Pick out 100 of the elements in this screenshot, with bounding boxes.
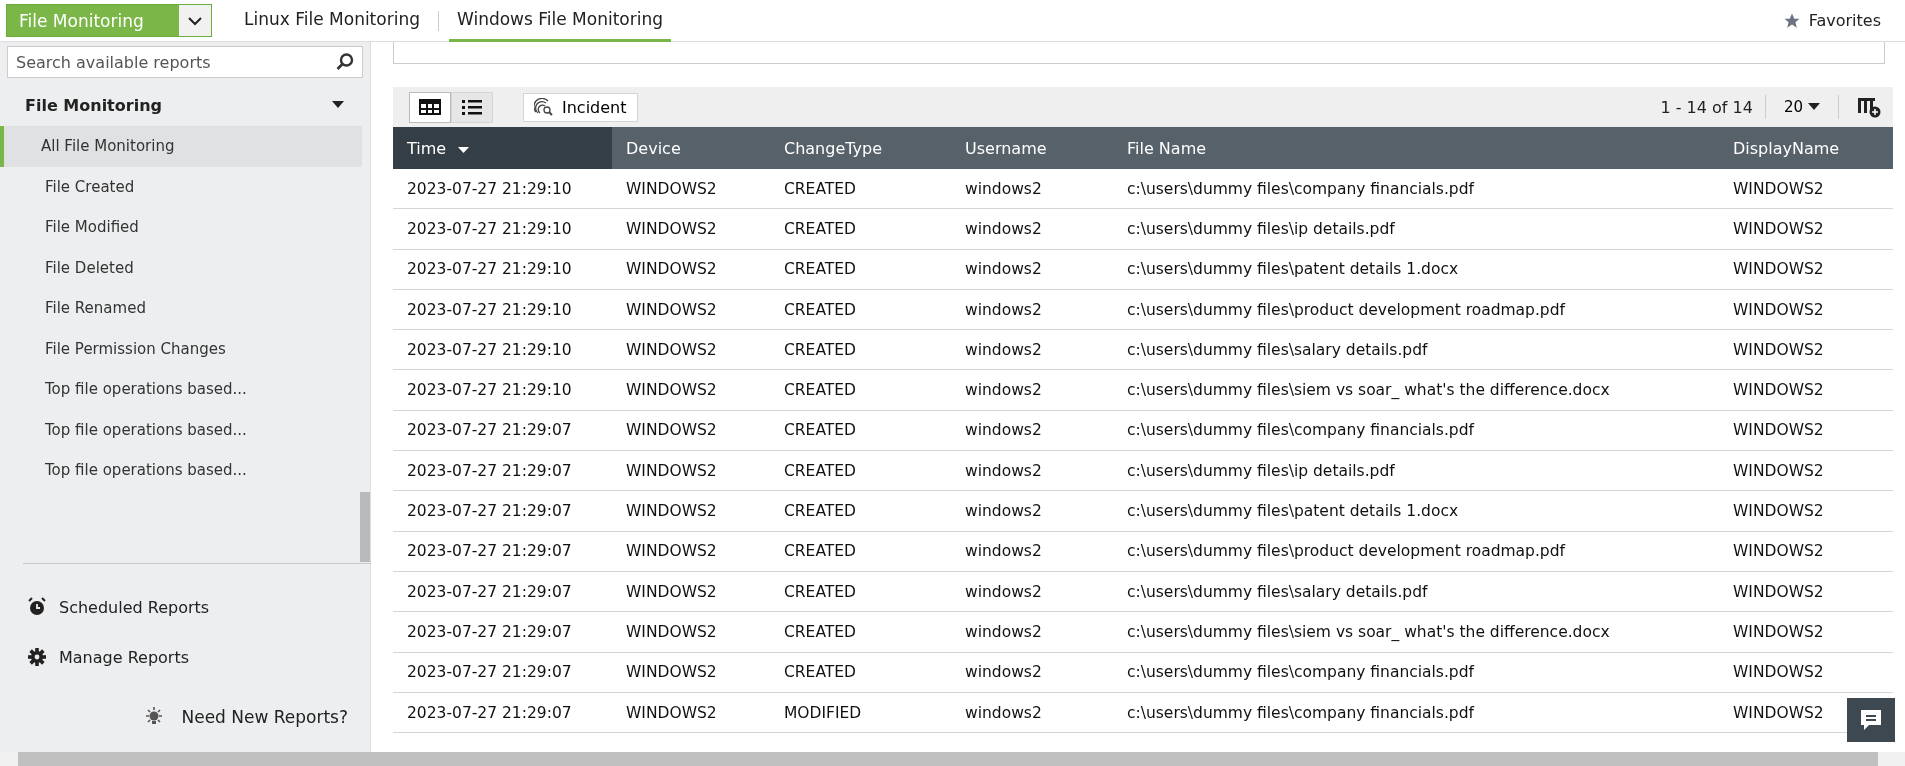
- table-cell: CREATED: [770, 329, 951, 370]
- sort-icon: [458, 146, 470, 154]
- report-item[interactable]: Top file operations based...: [0, 450, 362, 491]
- table-cell: WINDOWS2: [1719, 531, 1893, 572]
- table-cell: windows2: [951, 531, 1113, 572]
- table-cell: CREATED: [770, 410, 951, 451]
- list-view-button[interactable]: [451, 91, 493, 123]
- table-cell: CREATED: [770, 531, 951, 572]
- table-cell: 2023-07-27 21:29:10: [393, 370, 612, 411]
- table-cell: windows2: [951, 249, 1113, 290]
- table-cell: windows2: [951, 692, 1113, 733]
- table-cell: c:\users\dummy files\patent details 1.docx: [1113, 249, 1719, 290]
- table-cell: c:\users\dummy files\company financials.pdf: [1113, 169, 1719, 209]
- report-item[interactable]: File Deleted: [0, 247, 362, 288]
- column-header[interactable]: Time: [393, 127, 612, 169]
- search-field[interactable]: Search available reports: [7, 46, 363, 78]
- table-cell: c:\users\dummy files\product development roadmap.pdf: [1113, 289, 1719, 330]
- table-cell: WINDOWS2: [612, 169, 770, 209]
- fingerprint-search-icon: [534, 98, 554, 116]
- table-cell: WINDOWS2: [1719, 611, 1893, 653]
- table-cell: 2023-07-27 21:29:07: [393, 531, 612, 572]
- table-cell: WINDOWS2: [612, 410, 770, 451]
- table-cell: WINDOWS2: [1719, 571, 1893, 612]
- report-item[interactable]: Top file operations based...: [0, 369, 362, 410]
- table-cell: windows2: [951, 490, 1113, 532]
- table-cell: CREATED: [770, 370, 951, 411]
- table-cell: WINDOWS2: [612, 289, 770, 330]
- report-item[interactable]: File Modified: [0, 207, 362, 248]
- table-cell: 2023-07-27 21:29:07: [393, 450, 612, 491]
- table-cell: c:\users\dummy files\ip details.pdf: [1113, 450, 1719, 491]
- collapse-handle[interactable]: [360, 492, 370, 562]
- group-title: File Monitoring: [25, 95, 162, 115]
- table-cell: c:\users\dummy files\company financials.pdf: [1113, 652, 1719, 693]
- need-new-reports-link[interactable]: Need New Reports?: [0, 682, 370, 752]
- table-cell: CREATED: [770, 571, 951, 612]
- report-tab[interactable]: Linux File Monitoring: [236, 0, 428, 42]
- table-cell: c:\users\dummy files\company financials.pdf: [1113, 410, 1719, 451]
- table-cell: c:\users\dummy files\siem vs soar_ what's the difference.docx: [1113, 611, 1719, 653]
- column-header[interactable]: Device: [612, 127, 770, 169]
- add-column-icon: [1857, 96, 1881, 118]
- module-dropdown-value: File Monitoring: [7, 5, 179, 36]
- column-header[interactable]: ChangeType: [770, 127, 951, 169]
- report-group-header[interactable]: File Monitoring: [0, 84, 362, 126]
- page-size-dropdown[interactable]: 20: [1765, 98, 1838, 116]
- table-cell: CREATED: [770, 169, 951, 209]
- table-cell: 2023-07-27 21:29:07: [393, 410, 612, 451]
- table-cell: 2023-07-27 21:29:10: [393, 289, 612, 330]
- table-cell: c:\users\dummy files\company financials.pdf: [1113, 692, 1719, 733]
- table-cell: WINDOWS2: [1719, 490, 1893, 532]
- caret-icon: [1808, 103, 1820, 111]
- report-tab[interactable]: Windows File Monitoring: [448, 0, 672, 42]
- table-cell: WINDOWS2: [1719, 410, 1893, 451]
- table-cell: MODIFIED: [770, 692, 951, 733]
- table-cell: WINDOWS2: [612, 692, 770, 733]
- table-cell: CREATED: [770, 289, 951, 330]
- chat-button[interactable]: [1847, 698, 1895, 742]
- sidebar-link[interactable]: Manage Reports: [0, 632, 370, 682]
- report-item[interactable]: File Renamed: [0, 288, 362, 329]
- table-cell: windows2: [951, 329, 1113, 370]
- table-cell: windows2: [951, 208, 1113, 250]
- table-cell: WINDOWS2: [612, 652, 770, 693]
- caret-icon[interactable]: [332, 101, 344, 109]
- horizontal-scrollbar[interactable]: [0, 752, 1905, 766]
- report-item[interactable]: Top file operations based...: [0, 409, 362, 450]
- column-header[interactable]: File Name: [1113, 127, 1719, 169]
- sidebar-link[interactable]: Scheduled Reports: [0, 582, 370, 632]
- table-cell: 2023-07-27 21:29:07: [393, 490, 612, 532]
- table-cell: 2023-07-27 21:29:10: [393, 208, 612, 250]
- table-cell: CREATED: [770, 611, 951, 653]
- table-cell: WINDOWS2: [1719, 370, 1893, 411]
- table-cell: CREATED: [770, 249, 951, 290]
- table-cell: c:\users\dummy files\patent details 1.docx: [1113, 490, 1719, 532]
- table-cell: 2023-07-27 21:29:10: [393, 169, 612, 209]
- table-view-button[interactable]: [409, 91, 451, 123]
- column-header[interactable]: Username: [951, 127, 1113, 169]
- table-cell: WINDOWS2: [612, 531, 770, 572]
- search-icon[interactable]: [335, 52, 355, 72]
- table-cell: WINDOWS2: [1719, 169, 1893, 209]
- table-cell: CREATED: [770, 208, 951, 250]
- column-header[interactable]: DisplayName: [1719, 127, 1893, 169]
- chat-icon: [1859, 708, 1883, 732]
- table-cell: windows2: [951, 450, 1113, 491]
- report-item[interactable]: File Permission Changes: [0, 328, 362, 369]
- table-cell: windows2: [951, 169, 1113, 209]
- report-item[interactable]: File Created: [0, 166, 362, 207]
- table-cell: c:\users\dummy files\ip details.pdf: [1113, 208, 1719, 250]
- favorites-button[interactable]: Favorites: [1776, 10, 1887, 31]
- table-cell: WINDOWS2: [1719, 450, 1893, 491]
- table-cell: windows2: [951, 611, 1113, 653]
- list-icon: [461, 99, 483, 115]
- table-cell: CREATED: [770, 450, 951, 491]
- pagination-range: 1 - 14 of 14: [1659, 97, 1754, 117]
- chevron-down-icon[interactable]: [179, 5, 211, 36]
- report-item[interactable]: All File Monitoring: [0, 126, 362, 167]
- table-cell: CREATED: [770, 652, 951, 693]
- table-cell: WINDOWS2: [1719, 329, 1893, 370]
- alarm-clock-icon: [27, 597, 47, 617]
- table-cell: 2023-07-27 21:29:07: [393, 692, 612, 733]
- table-cell: 2023-07-27 21:29:07: [393, 611, 612, 653]
- incident-button[interactable]: Incident: [523, 92, 638, 122]
